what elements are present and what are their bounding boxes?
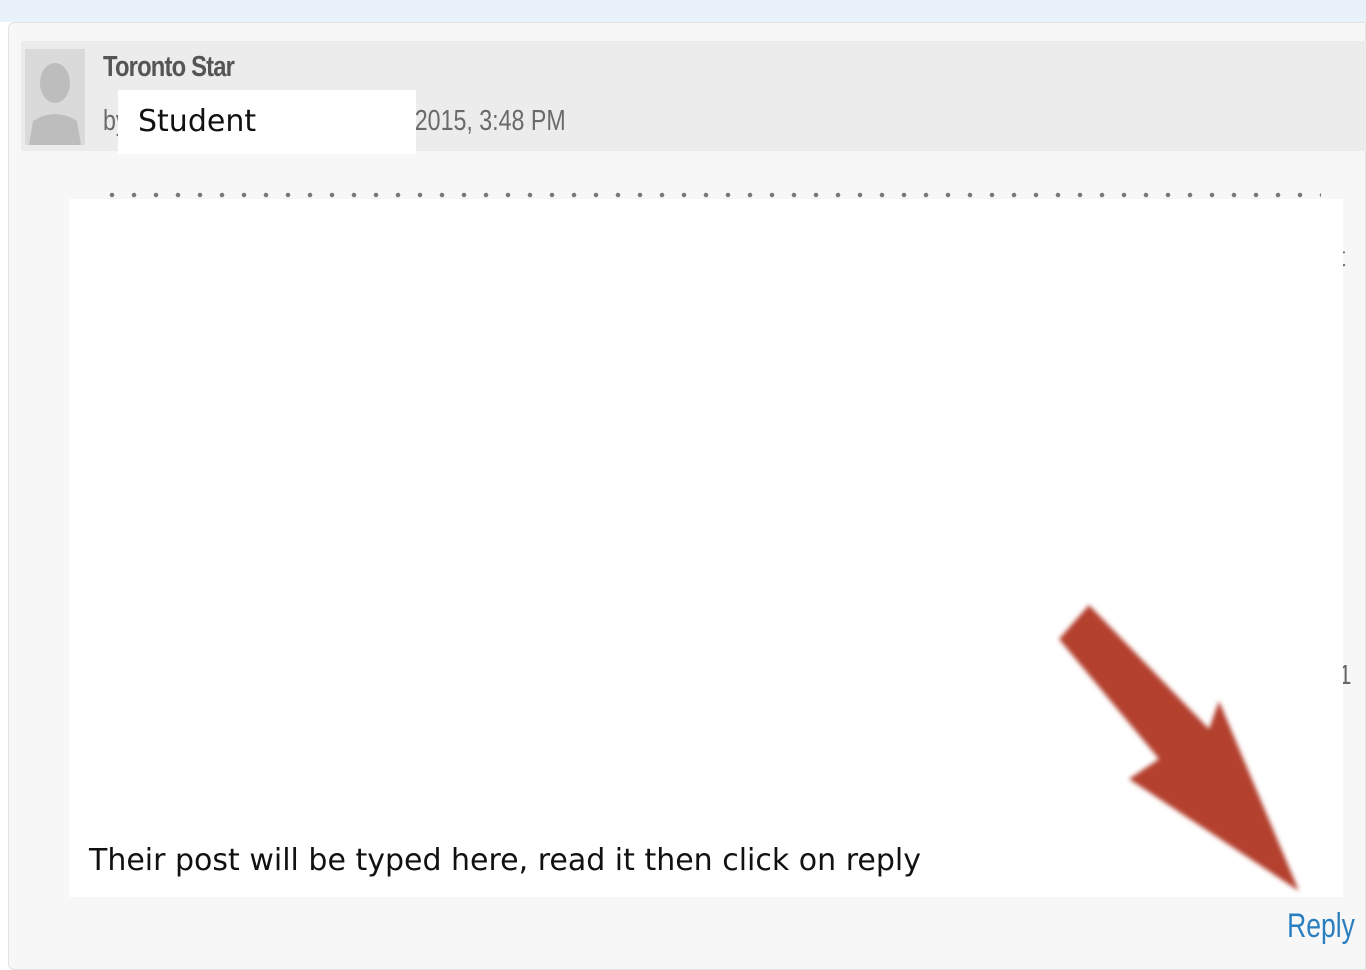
arrow-pointer-icon	[1049, 599, 1309, 904]
user-silhouette-icon	[25, 49, 85, 145]
avatar	[25, 49, 85, 145]
reply-link[interactable]: Reply	[1287, 907, 1355, 946]
obscured-text-line	[101, 183, 1321, 199]
instruction-text: Their post will be typed here, read it t…	[89, 843, 921, 878]
author-name-label: Student	[118, 90, 416, 154]
forum-post: Toronto Star byay, August 26, 2015, 3:48…	[8, 22, 1366, 970]
post-subject: Toronto Star	[103, 51, 235, 83]
top-strip	[0, 0, 1366, 22]
